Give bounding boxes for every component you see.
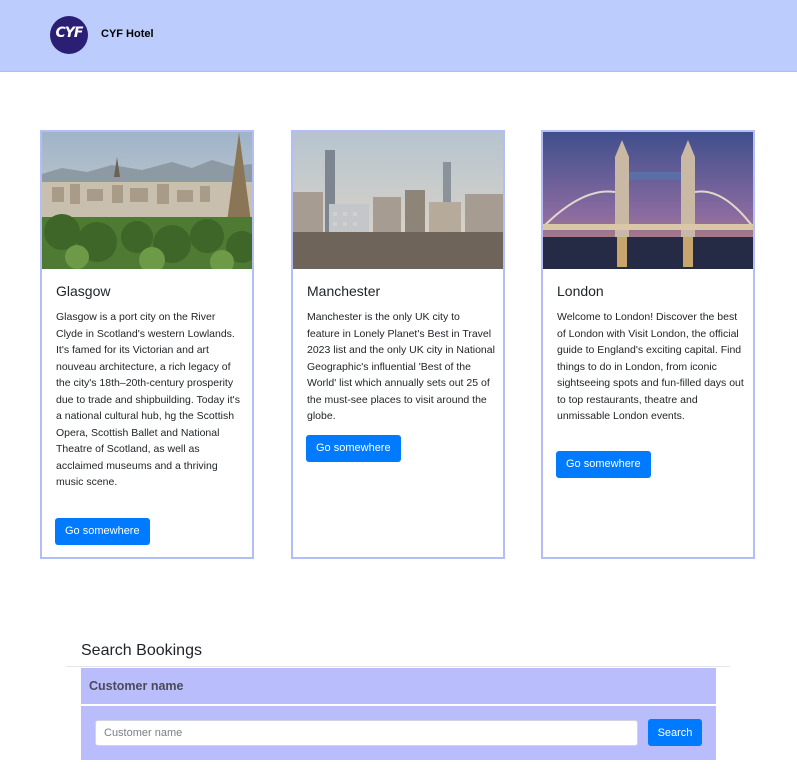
search-panel-body: Search — [81, 706, 716, 760]
customer-name-label: Customer name — [89, 679, 184, 693]
city-card-glasgow: Glasgow Glasgow is a port city on the Ri… — [40, 130, 254, 559]
divider — [66, 666, 730, 667]
customer-name-input[interactable] — [95, 720, 638, 746]
london-image — [543, 132, 753, 269]
go-somewhere-button[interactable]: Go somewhere — [55, 518, 150, 545]
go-somewhere-button[interactable]: Go somewhere — [306, 435, 401, 462]
card-title: London — [557, 283, 604, 299]
search-button[interactable]: Search — [648, 719, 702, 746]
card-text: Welcome to London! Discover the best of … — [557, 311, 744, 422]
city-card-manchester: Manchester Manchester is the only UK cit… — [291, 130, 505, 559]
card-text: Glasgow is a port city on the River Clyd… — [56, 311, 240, 488]
card-title: Glasgow — [56, 283, 111, 299]
search-panel-header: Customer name — [81, 668, 716, 704]
brand-name[interactable]: CYF Hotel — [101, 28, 154, 40]
glasgow-image — [42, 132, 252, 269]
city-card-london: London Welcome to London! Discover the b… — [541, 130, 755, 559]
cyf-logo[interactable]: CYF — [50, 16, 88, 54]
card-title: Manchester — [307, 283, 381, 299]
search-bookings-title: Search Bookings — [81, 642, 202, 659]
manchester-image — [293, 132, 503, 269]
site-header: CYF CYF Hotel — [0, 0, 797, 72]
card-text: Manchester is the only UK city to featur… — [307, 311, 495, 422]
logo-text: CYF — [55, 25, 84, 41]
go-somewhere-button[interactable]: Go somewhere — [556, 451, 651, 478]
